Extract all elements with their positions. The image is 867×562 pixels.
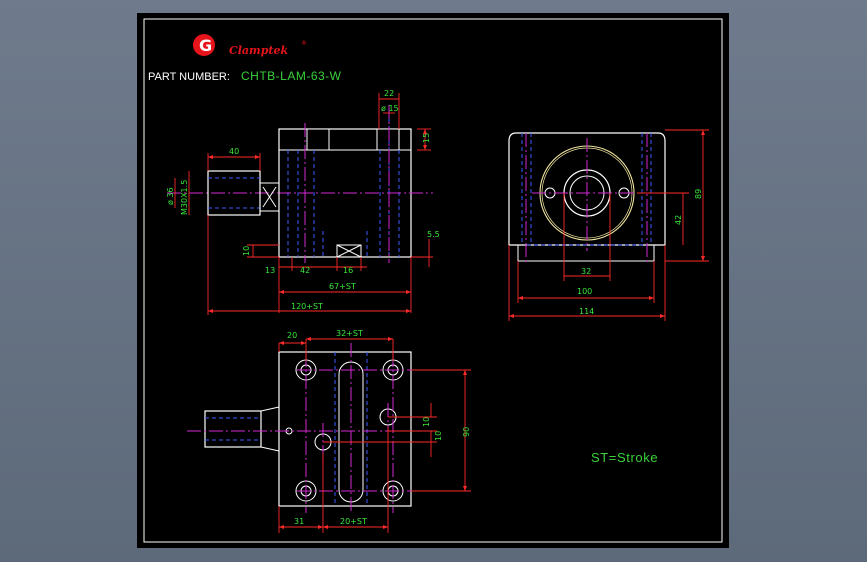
dim-13: 13 [265, 266, 275, 275]
top-view: 20 32+ST 10 10 90 31 20+ST [187, 329, 471, 533]
dim-100: 100 [577, 287, 592, 296]
front-cutout-left [306, 128, 330, 151]
logo-letter: G [199, 36, 212, 55]
dim-40: 40 [229, 147, 239, 156]
logo: G Clamptek ® [193, 34, 307, 57]
dim-dia15: ø 15 [381, 104, 399, 113]
part-number-value: CHTB-LAM-63-W [241, 69, 342, 83]
dim-thread: M30X1.5 [180, 180, 189, 215]
dim-89: 89 [694, 189, 703, 199]
logo-registered-mark: ® [301, 40, 307, 47]
dim-90: 90 [462, 427, 471, 437]
side-view: 89 42 32 100 114 [508, 129, 709, 321]
front-view: 22 ø 15 15 40 ø 36 M30X1.5 10 5.5 13 42 … [166, 89, 440, 315]
side-base [517, 244, 655, 262]
front-dimensions [174, 93, 433, 315]
drawing-canvas: G Clamptek ® PART NUMBER: CHTB-LAM-63-W [143, 18, 723, 543]
dim-67st: 67+ST [329, 282, 356, 291]
dim-114: 114 [579, 307, 594, 316]
dim-32: 32 [581, 267, 591, 276]
top-center-lines [187, 343, 427, 513]
dim-20st: 20+ST [340, 517, 367, 526]
side-center-lines [525, 133, 648, 263]
dim-10a: 10 [422, 417, 431, 427]
dim-20: 20 [287, 331, 297, 340]
dim-42: 42 [300, 266, 310, 275]
top-hidden-lines [205, 352, 368, 506]
top-shank-taper [260, 406, 280, 452]
dim-10: 10 [242, 246, 251, 256]
part-number-label: PART NUMBER: [148, 71, 230, 83]
dim-32st: 32+ST [336, 329, 363, 338]
logo-text: Clamptek [229, 44, 288, 57]
dim-10b: 10 [434, 431, 443, 441]
front-cutout-right [376, 128, 400, 151]
dim-16: 16 [343, 266, 353, 275]
dim-5-5: 5.5 [427, 230, 440, 239]
stroke-note: ST=Stroke [591, 450, 658, 465]
front-block-cross [336, 244, 362, 258]
dim-dia36: ø 36 [166, 187, 175, 205]
dim-120st: 120+ST [291, 302, 323, 311]
drawing-sheet: G Clamptek ® PART NUMBER: CHTB-LAM-63-W [137, 13, 729, 548]
dim-42-side: 42 [674, 215, 683, 225]
dim-15: 15 [422, 133, 431, 143]
front-nut-cross [262, 186, 277, 208]
dim-22: 22 [384, 89, 394, 98]
dim-31: 31 [294, 517, 304, 526]
top-shank [204, 410, 262, 448]
